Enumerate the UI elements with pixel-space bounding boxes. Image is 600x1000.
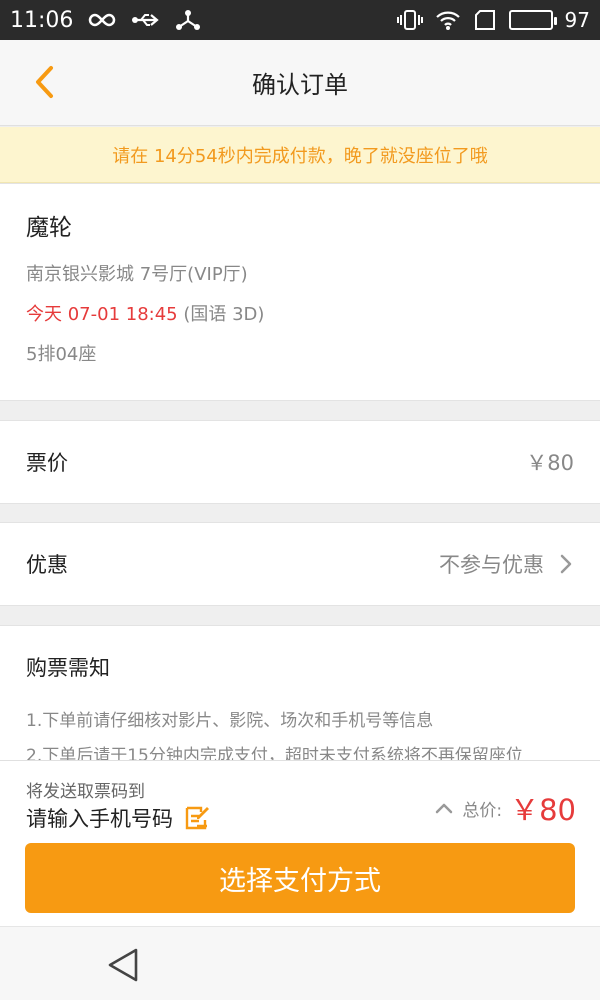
movie-info-card: 魔轮 南京银兴影城 7号厅(VIP厅) 今天 07-01 18:45 (国语 3… <box>0 183 600 401</box>
share-icon <box>175 9 201 31</box>
system-nav-bar <box>0 926 600 1000</box>
back-button[interactable] <box>22 62 66 106</box>
ticket-price-row: 票价 ￥80 <box>0 420 600 504</box>
sim-icon <box>473 9 497 31</box>
checkout-panel: 将发送取票码到 请输入手机号码 总价: ￥80 选择支付方式 <box>0 760 600 926</box>
triangle-back-icon[interactable] <box>106 947 140 983</box>
ticket-price-value: ￥80 <box>526 451 574 475</box>
chevron-up-icon <box>434 801 454 815</box>
notice-title: 购票需知 <box>26 656 110 680</box>
seat-info: 5排04座 <box>26 344 97 365</box>
discount-label: 优惠 <box>26 553 68 577</box>
notice-item: 1.下单前请仔细核对影片、影院、场次和手机号等信息 <box>26 711 434 731</box>
total-amount: ￥80 <box>510 793 576 827</box>
choose-payment-button[interactable]: 选择支付方式 <box>25 843 575 913</box>
total-price[interactable]: 总价: ￥80 <box>434 787 576 829</box>
vibrate-icon <box>396 9 423 31</box>
ticket-price-label: 票价 <box>26 451 68 475</box>
phone-number-input[interactable]: 请输入手机号码 <box>26 803 211 833</box>
payment-countdown-banner: 请在 14分54秒内完成付款，晚了就没座位了哦 <box>0 127 600 183</box>
battery-percent: 97 <box>564 8 590 32</box>
showtime: 今天 07-01 18:45 <box>26 304 178 325</box>
status-time: 11:06 <box>10 7 74 33</box>
discount-row[interactable]: 优惠 不参与优惠 <box>0 522 600 606</box>
ticket-notice-card: 购票需知 1.下单前请仔细核对影片、影院、场次和手机号等信息 2.下单后请于15… <box>0 625 600 765</box>
discount-value: 不参与优惠 <box>439 553 544 577</box>
movie-title: 魔轮 <box>26 215 72 241</box>
showtime-line: 今天 07-01 18:45 (国语 3D) <box>26 300 574 326</box>
usb-icon <box>131 11 161 29</box>
cinema-name: 南京银兴影城 7号厅(VIP厅) <box>26 264 248 285</box>
chevron-right-icon <box>558 553 574 575</box>
page-title: 确认订单 <box>252 71 348 99</box>
infinity-icon <box>87 11 117 29</box>
discount-value-group: 不参与优惠 <box>439 549 574 579</box>
phone-placeholder: 请输入手机号码 <box>26 807 173 831</box>
send-code-label: 将发送取票码到 <box>26 782 145 802</box>
status-bar: 11:06 97 <box>0 0 600 40</box>
battery-icon <box>508 10 557 30</box>
header: 确认订单 <box>0 40 600 126</box>
chevron-left-icon <box>33 65 55 103</box>
wifi-icon <box>435 9 461 31</box>
movie-format: (国语 3D) <box>183 304 265 325</box>
total-label: 总价: <box>462 800 503 821</box>
edit-icon <box>183 804 211 832</box>
